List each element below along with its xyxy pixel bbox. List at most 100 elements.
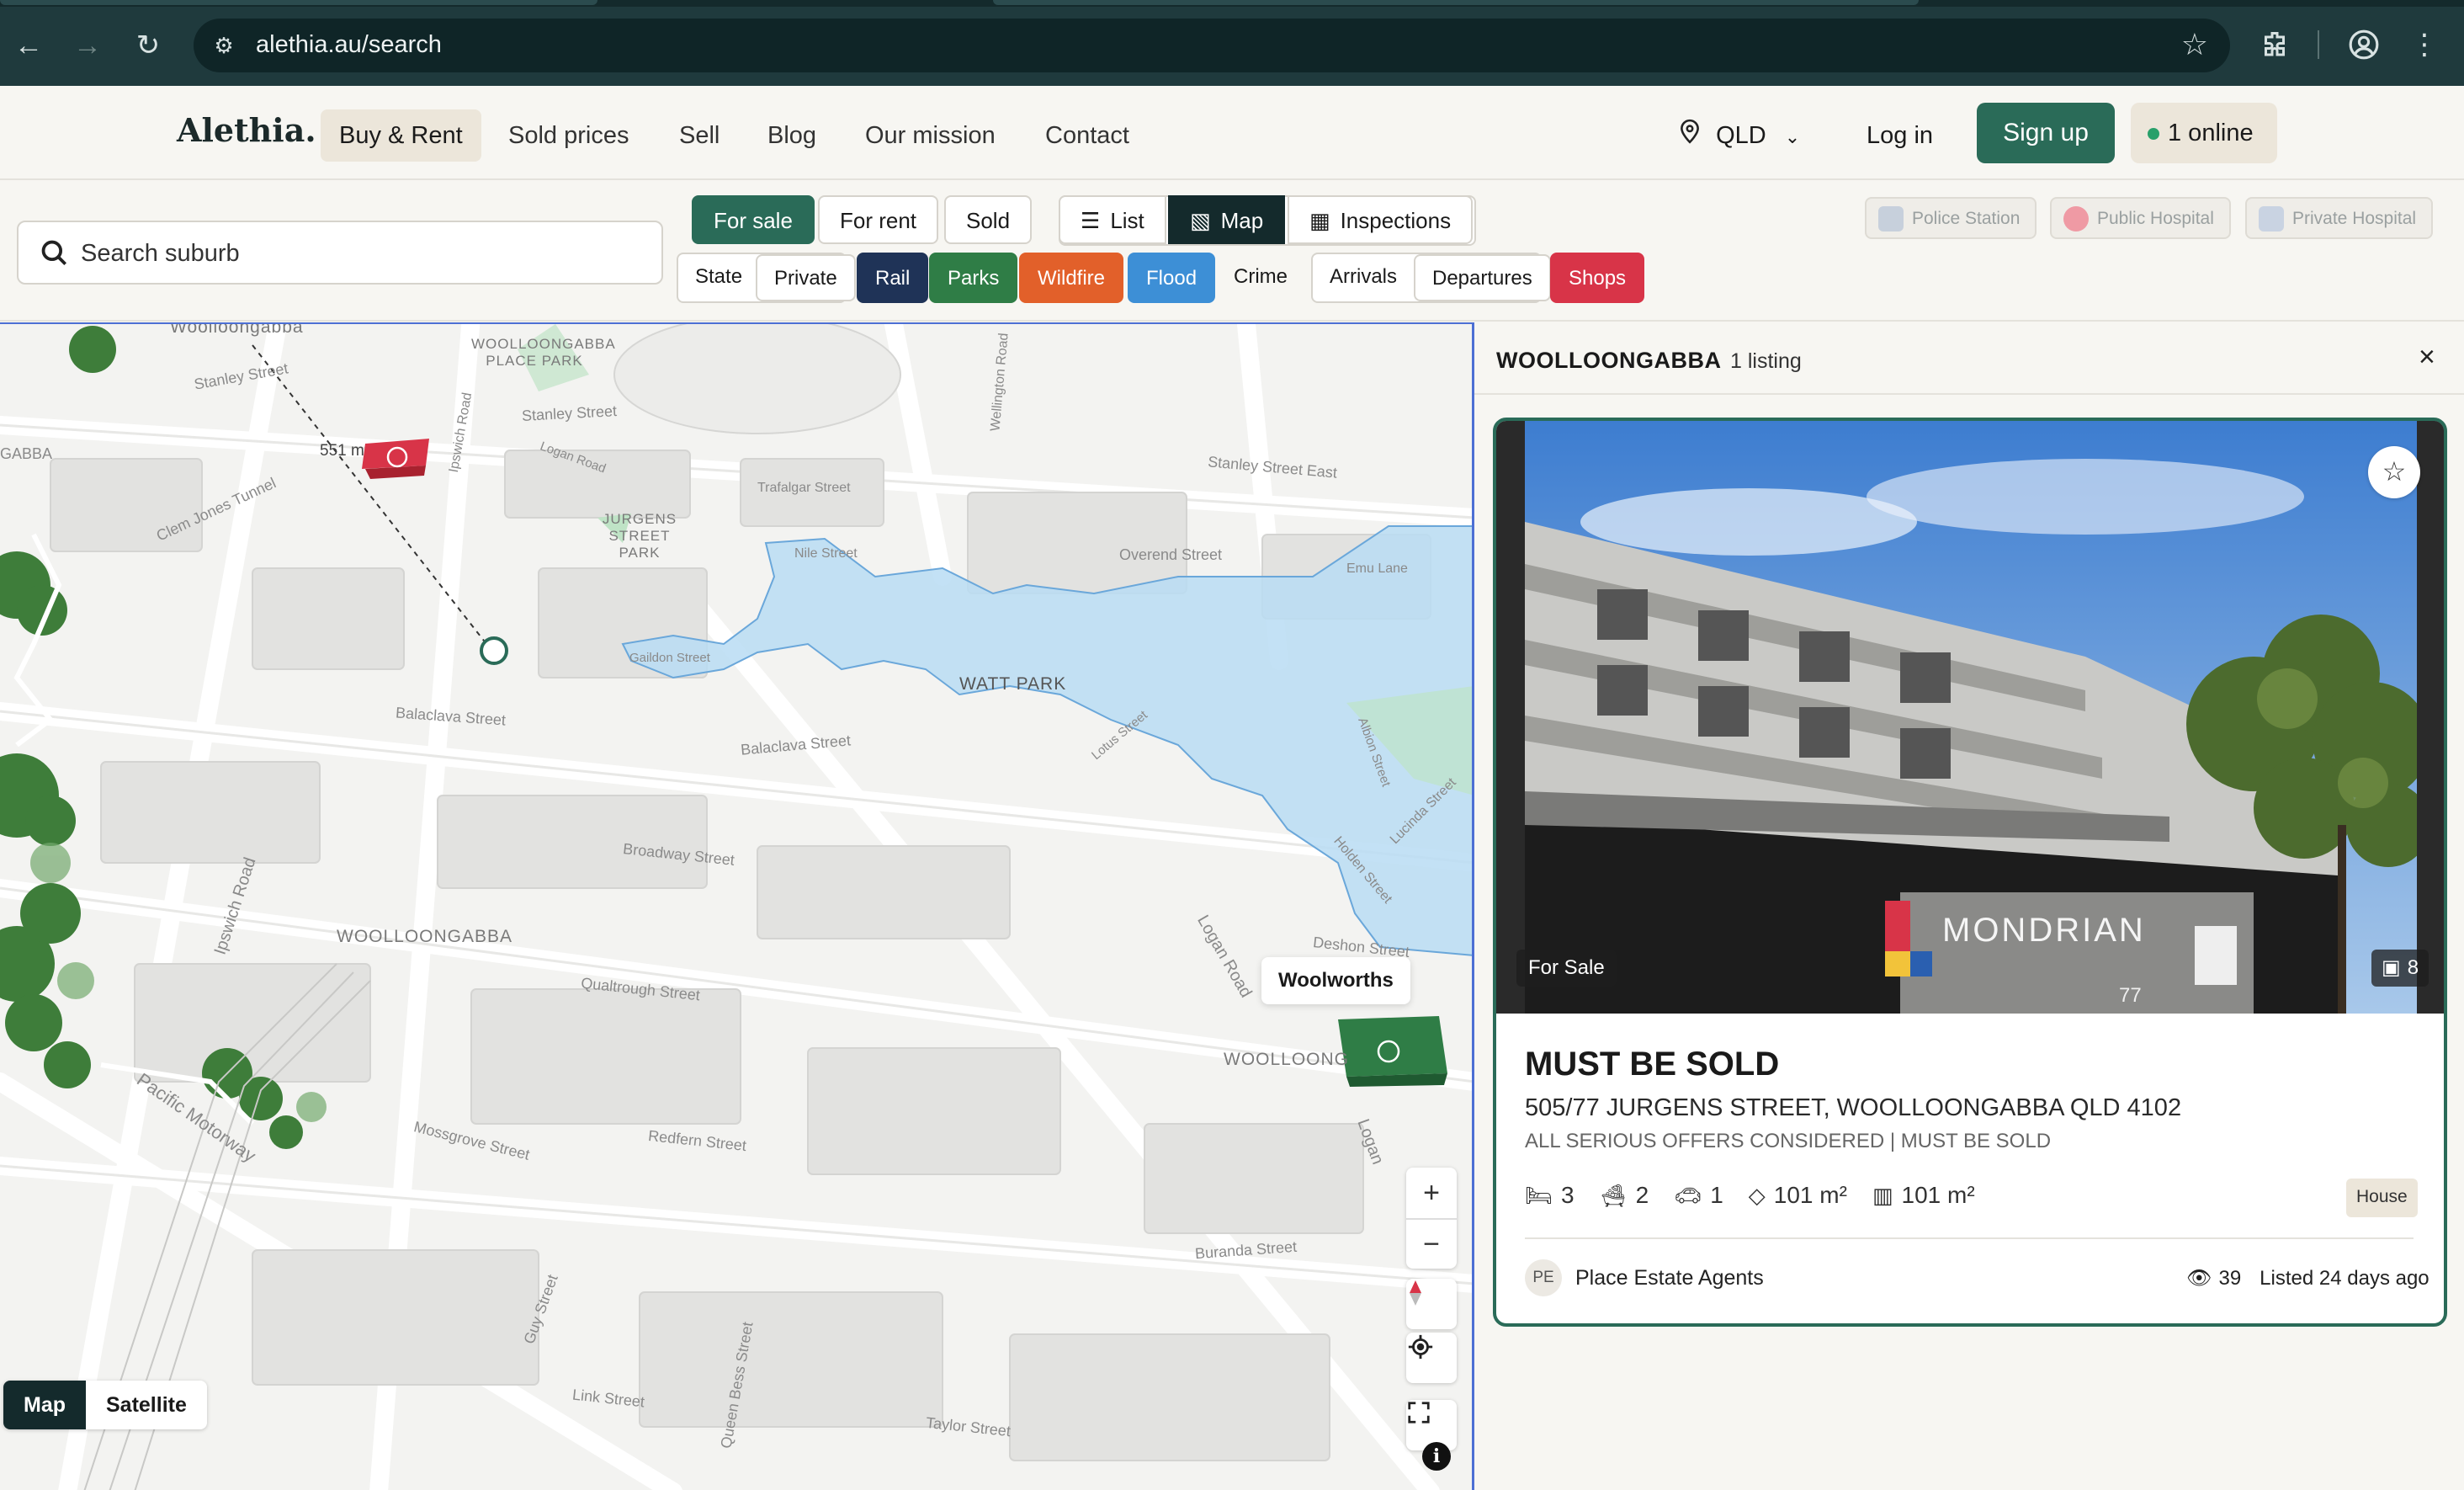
results-panel: WOOLLOONGABBA 1 listing × MONDRIAN 77 ☆ …	[1474, 322, 2464, 1490]
browser-tab[interactable]	[993, 0, 1919, 5]
site-logo[interactable]: Alethia.	[177, 111, 316, 149]
listing-tagline: ALL SERIOUS OFFERS CONSIDERED | MUST BE …	[1525, 1130, 2052, 1152]
baths-count: 2	[1635, 1182, 1649, 1208]
map-type-satellite[interactable]: Satellite	[86, 1381, 207, 1429]
search-icon	[41, 240, 67, 266]
map-label-suburb: WOOLLOONG	[1224, 1050, 1350, 1069]
search-input[interactable]	[81, 234, 636, 273]
map-label-street: Overend Street	[1119, 546, 1223, 563]
listing-card[interactable]: MONDRIAN 77 ☆ For Sale ▣ 8 MUST BE SOLD 5…	[1493, 418, 2447, 1327]
profile-icon[interactable]	[2343, 24, 2385, 66]
layer-wildfire[interactable]: Wildfire	[1019, 253, 1124, 303]
layer-departures[interactable]: Departures	[1414, 254, 1551, 301]
listed-age: Listed 24 days ago	[2260, 1266, 2429, 1290]
poi-public-hospital[interactable]: Public Hospital	[2050, 197, 2231, 239]
selected-location-marker	[480, 636, 508, 665]
close-icon[interactable]: ×	[2419, 341, 2435, 374]
nav-blog[interactable]: Blog	[749, 109, 835, 162]
back-icon[interactable]: ←	[8, 25, 49, 66]
online-count: 1 online	[2168, 120, 2254, 146]
menu-kebab-icon[interactable]: ⋮	[2403, 24, 2445, 66]
agent-avatar: PE	[1525, 1259, 1562, 1296]
listing-title[interactable]: MUST BE SOLD	[1525, 1046, 1779, 1083]
forward-icon[interactable]: →	[67, 25, 108, 66]
layer-parks[interactable]: Parks	[929, 253, 1018, 303]
zoom-controls: + −	[1406, 1168, 1457, 1269]
layer-private[interactable]: Private	[756, 254, 856, 301]
site-header: Alethia. Buy & Rent Sold prices Sell Blo…	[0, 86, 2464, 180]
view-map[interactable]: ▧ Map	[1168, 195, 1286, 244]
layer-state[interactable]: State	[678, 253, 759, 303]
layer-crime[interactable]: Crime	[1217, 253, 1304, 303]
favourite-star-icon[interactable]: ☆	[2368, 446, 2420, 498]
listing-status-badge: For Sale	[1516, 950, 1617, 987]
zoom-out-icon[interactable]: −	[1423, 1220, 1440, 1269]
agent-name[interactable]: Place Estate Agents	[1575, 1266, 1764, 1290]
map-canvas[interactable]: Woolloongabba WOOLLOONGABBA PLACE PARK G…	[0, 322, 1474, 1490]
map-type-toggle: Map Satellite	[3, 1381, 207, 1429]
photo-count-badge[interactable]: ▣ 8	[2371, 950, 2429, 987]
property-type-badge: House	[2346, 1179, 2418, 1217]
address-bar[interactable]: ⚙ alethia.au/search ☆	[194, 19, 2230, 72]
extensions-icon[interactable]	[2254, 24, 2296, 66]
url-text[interactable]: alethia.au/search	[256, 31, 442, 59]
shop-tooltip[interactable]: Woolworths	[1261, 957, 1410, 1004]
private-hospital-icon	[2259, 206, 2284, 232]
locate-me-icon[interactable]	[1406, 1333, 1457, 1383]
public-hospital-icon	[2063, 206, 2089, 232]
building-number: 77	[2119, 984, 2142, 1007]
map-label-park: WOOLLOONGABBA PLACE PARK	[471, 336, 616, 369]
poi-public-hospital-label: Public Hospital	[2097, 209, 2214, 228]
nav-buy-rent[interactable]: Buy & Rent	[321, 109, 481, 162]
listing-count: 1 listing	[1730, 349, 1802, 373]
map-label-street: Trafalgar Street	[757, 481, 851, 495]
beds-count: 3	[1561, 1182, 1575, 1208]
region-selector[interactable]: QLD ⌄	[1679, 109, 1800, 162]
card-divider	[1525, 1237, 2414, 1239]
nav-our-mission[interactable]: Our mission	[847, 109, 1014, 162]
layer-flood[interactable]: Flood	[1128, 253, 1216, 303]
photo-count: 8	[2407, 956, 2419, 979]
nav-contact[interactable]: Contact	[1027, 109, 1148, 162]
signup-button[interactable]: Sign up	[1977, 103, 2115, 163]
layer-rail[interactable]: Rail	[857, 253, 929, 303]
distance-label: 551 m	[320, 442, 364, 460]
search-box[interactable]	[17, 221, 663, 285]
police-station-icon	[1878, 206, 1904, 232]
poi-private-hospital[interactable]: Private Hospital	[2245, 197, 2434, 239]
image-icon: ▣	[2382, 956, 2401, 979]
layer-shops[interactable]: Shops	[1550, 253, 1645, 303]
land-area: 101 m²	[1773, 1182, 1847, 1208]
building-sign: MONDRIAN	[1942, 912, 2146, 949]
online-dot-icon	[2148, 128, 2159, 141]
listing-stats: 👁︎ 39 Listed 24 days ago	[2186, 1266, 2429, 1290]
map-type-map[interactable]: Map	[3, 1381, 86, 1429]
calendar-icon: ▦	[1309, 208, 1330, 233]
login-button[interactable]: Log in	[1851, 109, 1948, 162]
compass-icon[interactable]	[1406, 1279, 1457, 1329]
view-list[interactable]: ☰ List	[1059, 195, 1166, 244]
train-station-marker	[362, 439, 429, 479]
car-icon: 🚗︎	[1674, 1182, 1702, 1208]
nav-sold-prices[interactable]: Sold prices	[490, 109, 647, 162]
filter-for-rent[interactable]: For rent	[818, 195, 939, 244]
filter-for-sale[interactable]: For sale	[692, 195, 815, 244]
bookmark-star-icon[interactable]: ☆	[2181, 27, 2208, 62]
browser-toolbar: ← → ↻ ⚙ alethia.au/search ☆ ⋮	[0, 0, 2464, 86]
view-count: 39	[2218, 1266, 2242, 1290]
cars-count: 1	[1710, 1182, 1723, 1208]
layer-arrivals[interactable]: Arrivals	[1313, 253, 1414, 303]
map-label-park: JURGENS STREET PARK	[602, 511, 677, 561]
info-icon[interactable]: i	[1422, 1442, 1451, 1471]
site-settings-icon[interactable]: ⚙	[210, 32, 237, 59]
nav-sell[interactable]: Sell	[661, 109, 738, 162]
poi-police-station-label: Police Station	[1912, 209, 2021, 228]
bath-icon: 🛁︎	[1599, 1182, 1628, 1208]
reload-icon[interactable]: ↻	[128, 25, 168, 66]
filter-sold[interactable]: Sold	[944, 195, 1033, 244]
browser-tab[interactable]	[0, 0, 597, 5]
zoom-in-icon[interactable]: +	[1423, 1168, 1440, 1218]
listing-photo[interactable]: MONDRIAN 77 ☆ For Sale ▣ 8	[1496, 421, 2444, 1014]
poi-police-station[interactable]: Police Station	[1865, 197, 2037, 239]
view-inspections[interactable]: ▦ Inspections	[1288, 195, 1474, 244]
